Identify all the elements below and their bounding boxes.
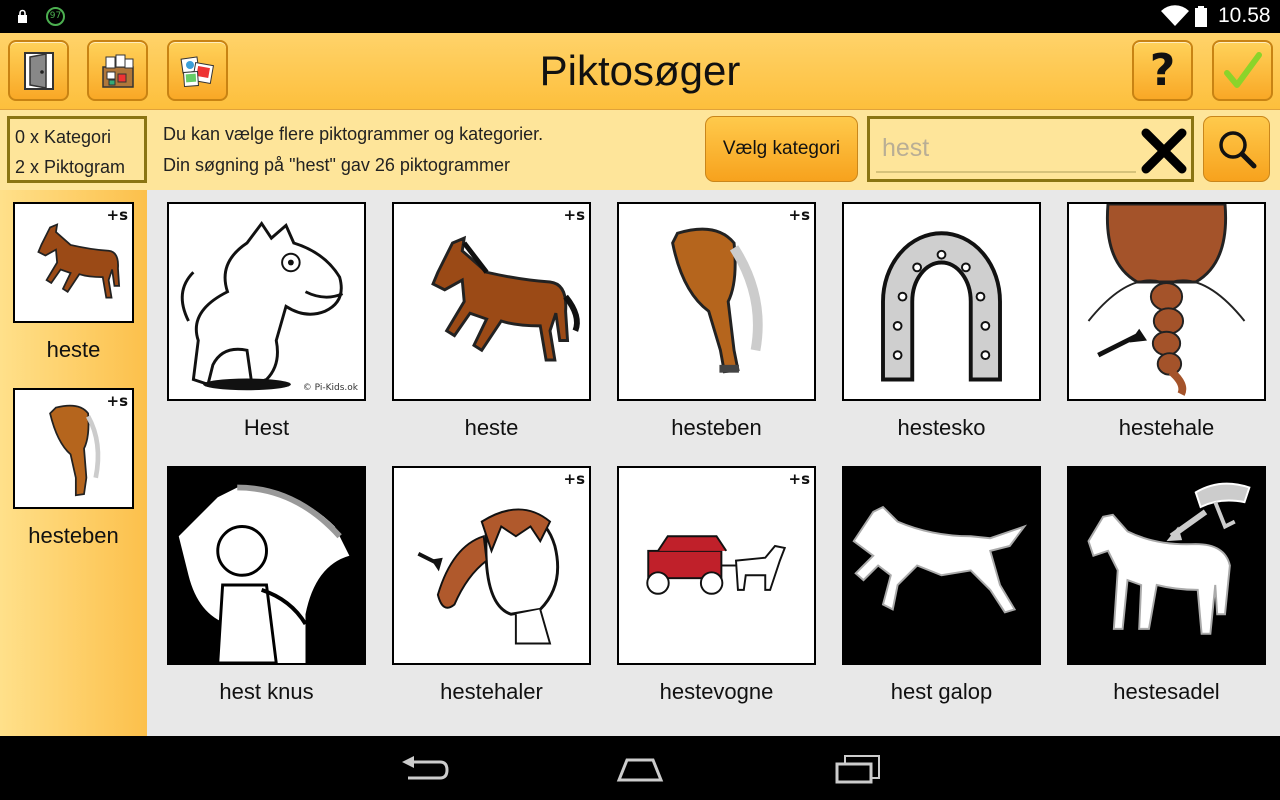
page-title: Piktosøger: [539, 47, 741, 94]
lock-icon: [18, 9, 27, 23]
checkmark-icon: [1223, 51, 1262, 88]
horse-leg-icon: [671, 227, 763, 374]
back-icon[interactable]: [400, 754, 450, 784]
pictogram-label: hestehale: [1118, 415, 1215, 440]
pictogram-hest-knus[interactable]: hest knus: [167, 466, 366, 705]
help-icon: ?: [1149, 44, 1176, 96]
pictogram-label: Hest: [243, 415, 290, 440]
pictogram-tile: [1067, 202, 1266, 401]
saddle-horse-icon: [1087, 482, 1251, 635]
horse-carriage-icon: [646, 535, 787, 595]
horse-icon: [37, 223, 121, 299]
battery-icon: [1195, 6, 1207, 27]
pictogram-tile: [167, 466, 366, 665]
choose-category-button[interactable]: Vælg kategori: [705, 116, 858, 182]
pictogram-tile: [842, 202, 1041, 401]
ponytail-icon: [417, 508, 560, 645]
horse-hug-icon: [178, 484, 350, 663]
home-icon[interactable]: [615, 754, 665, 784]
selected-item-hesteben[interactable]: +s hesteben: [13, 388, 134, 549]
search-input[interactable]: [876, 125, 1136, 173]
navigation-bar: [0, 736, 1280, 800]
search-button[interactable]: [1203, 116, 1270, 182]
toolbar: Piktosøger ?: [0, 33, 1280, 110]
pictogram-hestesko[interactable]: hestesko: [842, 202, 1041, 441]
cartoon-horse-icon: [180, 220, 344, 391]
selection-counter: 0 x Kategori 2 x Piktogram: [7, 116, 147, 183]
pictogram-label: hest galop: [890, 679, 993, 704]
info-text: Du kan vælge flere piktogrammer og kateg…: [163, 119, 543, 181]
horseshoe-icon: [881, 231, 1002, 382]
recent-apps-icon[interactable]: [833, 754, 883, 784]
pictogram-hestesadel[interactable]: hestesadel: [1067, 466, 1266, 705]
notification-badge: 97: [46, 7, 65, 26]
pictogram-label: hestesadel: [1113, 679, 1220, 704]
pictogram-label: hestevogne: [659, 679, 774, 704]
selected-tile: +s: [13, 202, 134, 323]
info-line-2: Din søgning på "hest" gav 26 piktogramme…: [163, 155, 510, 175]
pictogram-label: hest knus: [219, 679, 314, 704]
horse-icon: [431, 235, 580, 362]
help-button[interactable]: ?: [1132, 40, 1193, 101]
wifi-icon: [1161, 5, 1189, 26]
info-line-1: Du kan vælge flere piktogrammer og kateg…: [163, 124, 544, 144]
selected-sidebar: +s heste +s hesteben: [0, 190, 147, 736]
pictogram-tile: [1067, 466, 1266, 665]
pictogram-label: hestehaler: [440, 679, 543, 704]
selected-label: heste: [46, 337, 101, 362]
info-bar: 0 x Kategori 2 x Piktogram Du kan vælge …: [0, 110, 1280, 190]
pictogram-label: heste: [464, 415, 519, 440]
pictogram-hestevogne[interactable]: +s hestevogne: [617, 466, 816, 705]
pictogram-tile: [842, 466, 1041, 665]
galloping-horse-icon: [852, 505, 1028, 614]
pictogram-grid: © Pi-Kids.ok Hest +s heste +s hesteben h…: [147, 190, 1280, 736]
pictogram-hesteben[interactable]: +s hesteben: [617, 202, 816, 441]
pictogram-hestehale[interactable]: hestehale: [1067, 202, 1266, 441]
pictogram-label: hesteben: [671, 415, 762, 440]
pictogram-hest-galop[interactable]: hest galop: [842, 466, 1041, 705]
selected-item-heste[interactable]: +s heste: [13, 202, 134, 363]
braid-icon: [1087, 204, 1246, 396]
search-box: [867, 116, 1194, 182]
pictogram-tile: +s: [617, 466, 816, 665]
image-credit: © Pi-Kids.ok: [302, 383, 358, 393]
horse-leg-icon: [49, 404, 101, 497]
pictogram-tile: © Pi-Kids.ok: [167, 202, 366, 401]
pictogram-heste[interactable]: +s heste: [392, 202, 591, 441]
clock: 10.58: [1218, 4, 1271, 27]
selected-tile: +s: [13, 388, 134, 509]
status-bar: 97 10.58: [0, 0, 1280, 33]
pictogram-tile: +s: [392, 202, 591, 401]
clear-search-icon[interactable]: [1140, 127, 1188, 175]
search-icon: [1218, 131, 1256, 169]
category-count: 0 x Kategori: [15, 127, 112, 147]
pictogram-label: hestesko: [897, 415, 986, 440]
pictogram-count: 2 x Piktogram: [15, 157, 126, 177]
pictogram-tile: +s: [617, 202, 816, 401]
confirm-button[interactable]: [1212, 40, 1273, 101]
pictogram-hest[interactable]: © Pi-Kids.ok Hest: [167, 202, 366, 441]
pictogram-hestehaler[interactable]: +s hestehaler: [392, 466, 591, 705]
pictogram-tile: +s: [392, 466, 591, 665]
selected-label: hesteben: [28, 523, 119, 548]
